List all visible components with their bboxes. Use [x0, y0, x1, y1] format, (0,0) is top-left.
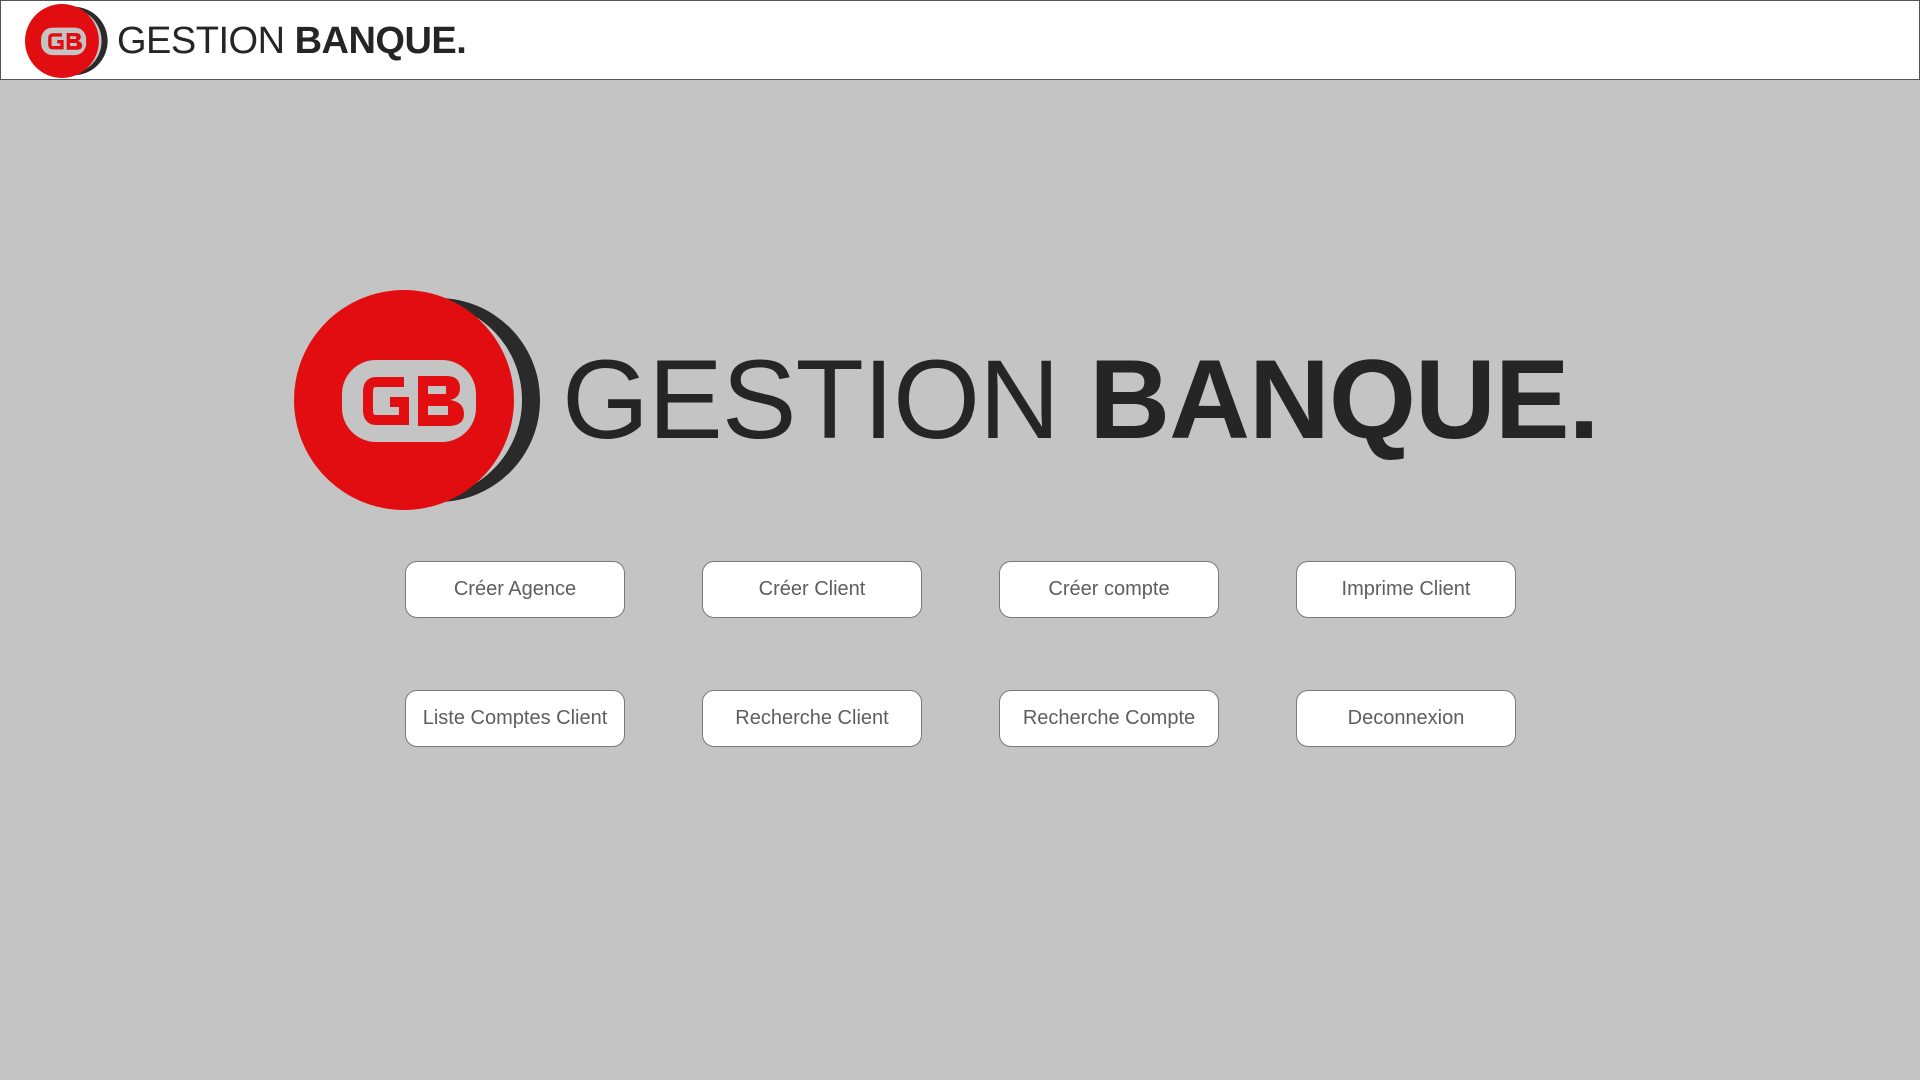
creer-agence-button[interactable]: Créer Agence [405, 561, 625, 618]
liste-comptes-client-button[interactable]: Liste Comptes Client [405, 690, 625, 747]
creer-compte-button[interactable]: Créer compte [999, 561, 1219, 618]
top-header: GESTION BANQUE. [0, 0, 1920, 80]
imprime-client-button[interactable]: Imprime Client [1296, 561, 1516, 618]
header-wordmark-bold: BANQUE. [294, 20, 467, 62]
hero-wordmark-light: GESTION [562, 337, 1060, 462]
recherche-compte-button[interactable]: Recherche Compte [999, 690, 1219, 747]
gb-logo-icon [294, 290, 540, 510]
hero-wordmark: GESTION BANQUE. [562, 344, 1600, 456]
creer-client-button[interactable]: Créer Client [702, 561, 922, 618]
recherche-client-button[interactable]: Recherche Client [702, 690, 922, 747]
header-wordmark-light: GESTION [117, 20, 285, 62]
header-brand: GESTION BANQUE. [25, 2, 467, 80]
hero-wordmark-bold: BANQUE. [1089, 337, 1599, 462]
hero-logo: GESTION BANQUE. [294, 288, 1600, 512]
gb-logo-icon [25, 4, 108, 78]
header-wordmark: GESTION BANQUE. [117, 20, 467, 62]
deconnexion-button[interactable]: Deconnexion [1296, 690, 1516, 747]
